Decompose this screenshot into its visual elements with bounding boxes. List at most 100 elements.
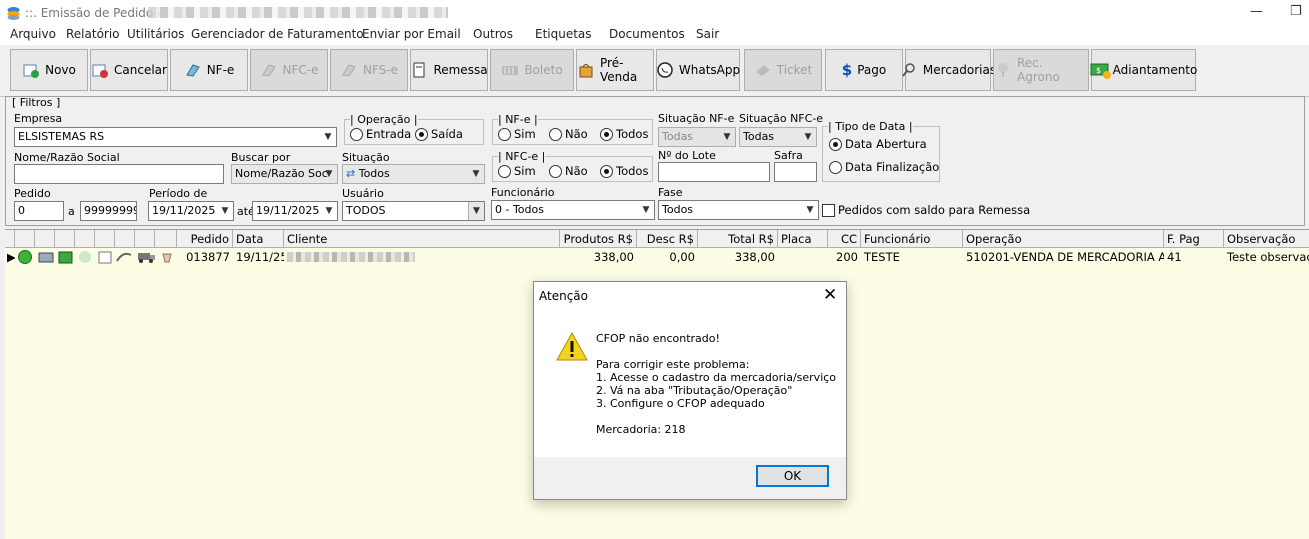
close-icon[interactable]: ✕ bbox=[823, 285, 837, 305]
adiantamento-button[interactable]: $ Adiantamento bbox=[1090, 49, 1197, 91]
funcionario-label: Funcionário bbox=[491, 186, 555, 199]
ticket-icon bbox=[754, 62, 772, 78]
cell-produtos: 338,00 bbox=[593, 250, 634, 264]
dialog-title: Atenção bbox=[539, 289, 588, 303]
ok-button[interactable]: OK bbox=[756, 465, 829, 487]
remessa-button[interactable]: Remessa bbox=[410, 49, 488, 91]
nfce-icon bbox=[260, 62, 278, 78]
mercadorias-button[interactable]: Mercadorias bbox=[902, 49, 996, 91]
money-icon: $ bbox=[1090, 62, 1111, 79]
nfse-button[interactable]: NFS-e bbox=[330, 49, 408, 91]
chevron-down-icon: ▼ bbox=[642, 205, 650, 215]
row-action-icons bbox=[18, 250, 132, 264]
title-bar: ::. Emissão de Pedido - — ❐ bbox=[0, 0, 1309, 26]
window-title-redacted bbox=[148, 7, 448, 18]
col-fpag[interactable]: F. Pag bbox=[1164, 230, 1224, 248]
menu-relatorio[interactable]: Relatório bbox=[66, 27, 120, 41]
pago-button[interactable]: $ Pago bbox=[825, 49, 903, 91]
nfce-nao-radio[interactable]: Não bbox=[549, 164, 588, 178]
novo-button[interactable]: Novo bbox=[10, 49, 88, 91]
funcionario-select[interactable]: 0 - Todos ▼ bbox=[491, 200, 655, 220]
col-funcionario[interactable]: Funcionário bbox=[861, 230, 963, 248]
app-icon bbox=[7, 7, 20, 20]
operacao-entrada-radio[interactable]: Entrada bbox=[350, 127, 411, 141]
data-abertura-radio[interactable]: Data Abertura bbox=[829, 137, 927, 151]
buscar-select[interactable]: Nome/Razão Soc ▼ bbox=[231, 164, 338, 184]
nome-input[interactable] bbox=[14, 164, 224, 184]
col-desc[interactable]: Desc R$ bbox=[637, 230, 698, 248]
situacao-select[interactable]: ⇄ Todos ▼ bbox=[342, 164, 485, 184]
pedido-a-label: a bbox=[68, 205, 75, 218]
periodo-to-input[interactable]: 19/11/2025 ▼ bbox=[252, 201, 338, 221]
col-cliente[interactable]: Cliente bbox=[284, 230, 560, 248]
dollar-icon: $ bbox=[841, 61, 853, 79]
cell-desc: 0,00 bbox=[669, 250, 695, 264]
pedido-from-input[interactable]: 0 bbox=[14, 201, 64, 221]
restore-button[interactable]: ❐ bbox=[1290, 4, 1302, 19]
menu-outros[interactable]: Outros bbox=[473, 27, 513, 41]
dialog-line-2: Para corrigir este problema: bbox=[596, 358, 750, 371]
dialog-line-3: 1. Acesse o cadastro da mercadoria/servi… bbox=[596, 371, 837, 384]
nfce-legend: | NFC-e | bbox=[498, 150, 546, 163]
nfce-sim-radio[interactable]: Sim bbox=[498, 164, 536, 178]
row-indicator-icon: ▶ bbox=[7, 250, 15, 264]
situacao-nfce-select[interactable]: Todas ▼ bbox=[739, 127, 817, 147]
whatsapp-button[interactable]: WhatsApp bbox=[656, 49, 740, 91]
boleto-button[interactable]: Boleto bbox=[490, 49, 574, 91]
nfe-nao-radio[interactable]: Não bbox=[549, 127, 588, 141]
fase-label: Fase bbox=[658, 186, 683, 199]
chevron-down-icon: ▼ bbox=[804, 132, 812, 142]
prevenda-button[interactable]: Pré-Venda bbox=[576, 49, 654, 91]
data-finalizacao-radio[interactable]: Data Finalização bbox=[829, 160, 939, 174]
col-cc[interactable]: CC bbox=[828, 230, 861, 248]
nfce-button[interactable]: NFC-e bbox=[250, 49, 328, 91]
menu-utilitarios[interactable]: Utilitários bbox=[127, 27, 184, 41]
nfe-button[interactable]: NF-e bbox=[170, 49, 248, 91]
safra-input[interactable] bbox=[774, 162, 817, 182]
nfe-sim-radio[interactable]: Sim bbox=[498, 127, 536, 141]
cell-data: 19/11/25 bbox=[236, 250, 284, 264]
col-total[interactable]: Total R$ bbox=[698, 230, 778, 248]
new-document-icon bbox=[22, 62, 40, 78]
usuario-select[interactable]: TODOS ▼ bbox=[342, 201, 485, 221]
menu-arquivo[interactable]: Arquivo bbox=[10, 27, 56, 41]
safra-label: Safra bbox=[774, 149, 803, 162]
operacao-saida-radio[interactable]: Saída bbox=[415, 127, 463, 141]
situacao-nfe-select[interactable]: Todas ▼ bbox=[658, 127, 736, 147]
minimize-button[interactable]: — bbox=[1250, 4, 1263, 19]
menu-etiquetas[interactable]: Etiquetas bbox=[535, 27, 592, 41]
chevron-down-icon: ▼ bbox=[806, 205, 814, 215]
nfce-todos-radio[interactable]: Todos bbox=[600, 164, 648, 178]
pedido-to-input[interactable]: 99999999 bbox=[80, 201, 137, 221]
menu-gerenciador-faturamento[interactable]: Gerenciador de Faturamento bbox=[191, 27, 364, 41]
warning-icon bbox=[556, 332, 588, 361]
tree-icon bbox=[994, 62, 1012, 78]
window-title: ::. Emissão de Pedido - bbox=[25, 6, 162, 20]
empresa-select[interactable]: ELSISTEMAS RS ▼ bbox=[14, 127, 337, 147]
menu-documentos[interactable]: Documentos bbox=[609, 27, 685, 41]
saldo-remessa-checkbox[interactable]: Pedidos com saldo para Remessa bbox=[822, 203, 1030, 217]
dialog-line-5: 3. Configure o CFOP adequado bbox=[596, 397, 765, 410]
barcode-icon bbox=[501, 62, 519, 78]
col-observacao[interactable]: Observação bbox=[1224, 230, 1309, 248]
periodo-from-input[interactable]: 19/11/2025 ▼ bbox=[148, 201, 234, 221]
dialog-line-4: 2. Vá na aba "Tributação/Operação" bbox=[596, 384, 793, 397]
svg-text:$: $ bbox=[1096, 66, 1101, 75]
rec-agrono-button[interactable]: Rec. Agrono bbox=[993, 49, 1089, 91]
ticket-button[interactable]: Ticket bbox=[744, 49, 822, 91]
filters-legend: [ Filtros ] bbox=[12, 96, 61, 109]
tipo-data-legend: | Tipo de Data | bbox=[828, 120, 913, 133]
nfe-todos-radio[interactable]: Todos bbox=[600, 127, 648, 141]
menu-sair[interactable]: Sair bbox=[696, 27, 719, 41]
col-operacao[interactable]: Operação bbox=[963, 230, 1164, 248]
col-pedido[interactable]: Pedido bbox=[177, 230, 233, 248]
fase-select[interactable]: Todos ▼ bbox=[658, 200, 819, 220]
col-placa[interactable]: Placa bbox=[778, 230, 828, 248]
cancelar-button[interactable]: Cancelar bbox=[90, 49, 168, 91]
nfse-icon bbox=[340, 62, 358, 78]
lote-input[interactable] bbox=[658, 162, 770, 182]
col-data[interactable]: Data bbox=[233, 230, 284, 248]
grid-header: Pedido Data Cliente Produtos R$ Desc R$ … bbox=[5, 230, 1309, 248]
col-produtos[interactable]: Produtos R$ bbox=[560, 230, 637, 248]
menu-enviar-email[interactable]: Enviar por Email bbox=[362, 27, 461, 41]
